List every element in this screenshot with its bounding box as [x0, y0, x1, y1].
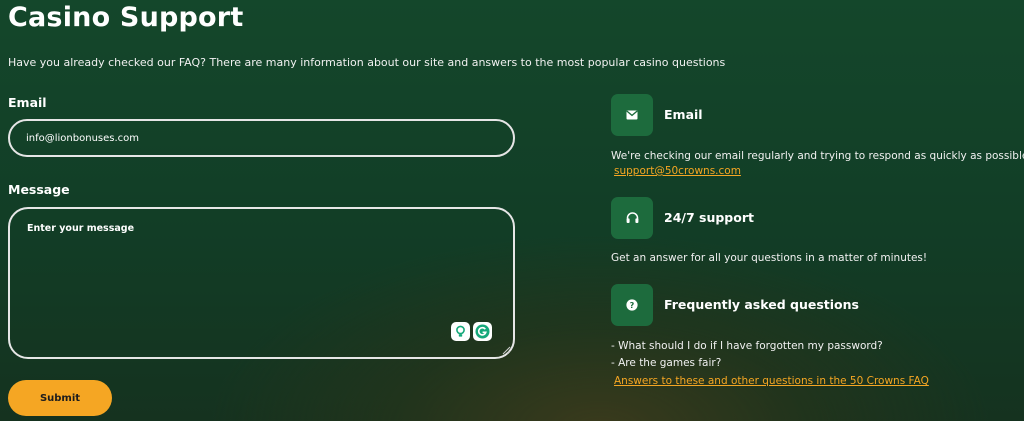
message-textarea[interactable] — [8, 207, 515, 359]
submit-button[interactable]: Submit — [8, 380, 112, 416]
faq-title: Frequently asked questions — [664, 297, 859, 312]
lightbulb-icon[interactable] — [451, 322, 470, 341]
email-label: Email — [8, 95, 47, 110]
writing-assistant-widget[interactable] — [451, 322, 492, 341]
faq-question: - Are the games fair? — [611, 357, 722, 369]
email-description: We're checking our email regularly and t… — [611, 150, 1024, 162]
email-icon-box — [611, 94, 653, 136]
envelope-icon — [626, 110, 638, 120]
email-input[interactable] — [8, 119, 515, 157]
page-title: Casino Support — [8, 2, 244, 33]
support-icon-box — [611, 197, 653, 239]
headset-icon — [626, 212, 638, 223]
message-label: Message — [8, 182, 70, 197]
grammar-check-icon[interactable] — [473, 322, 492, 341]
faq-question: - What should I do if I have forgotten m… — [611, 340, 883, 352]
question-icon: ? — [626, 299, 638, 311]
faq-link[interactable]: Answers to these and other questions in … — [614, 375, 929, 387]
faq-icon-box: ? — [611, 284, 653, 326]
support-description: Get an answer for all your questions in … — [611, 252, 928, 264]
svg-text:?: ? — [630, 301, 635, 310]
email-title: Email — [664, 107, 703, 122]
page-subtitle: Have you already checked our FAQ? There … — [8, 56, 726, 69]
support-title: 24/7 support — [664, 210, 754, 225]
resize-handle-icon[interactable] — [502, 346, 511, 355]
support-email-link[interactable]: support@50crowns.com — [614, 165, 741, 177]
